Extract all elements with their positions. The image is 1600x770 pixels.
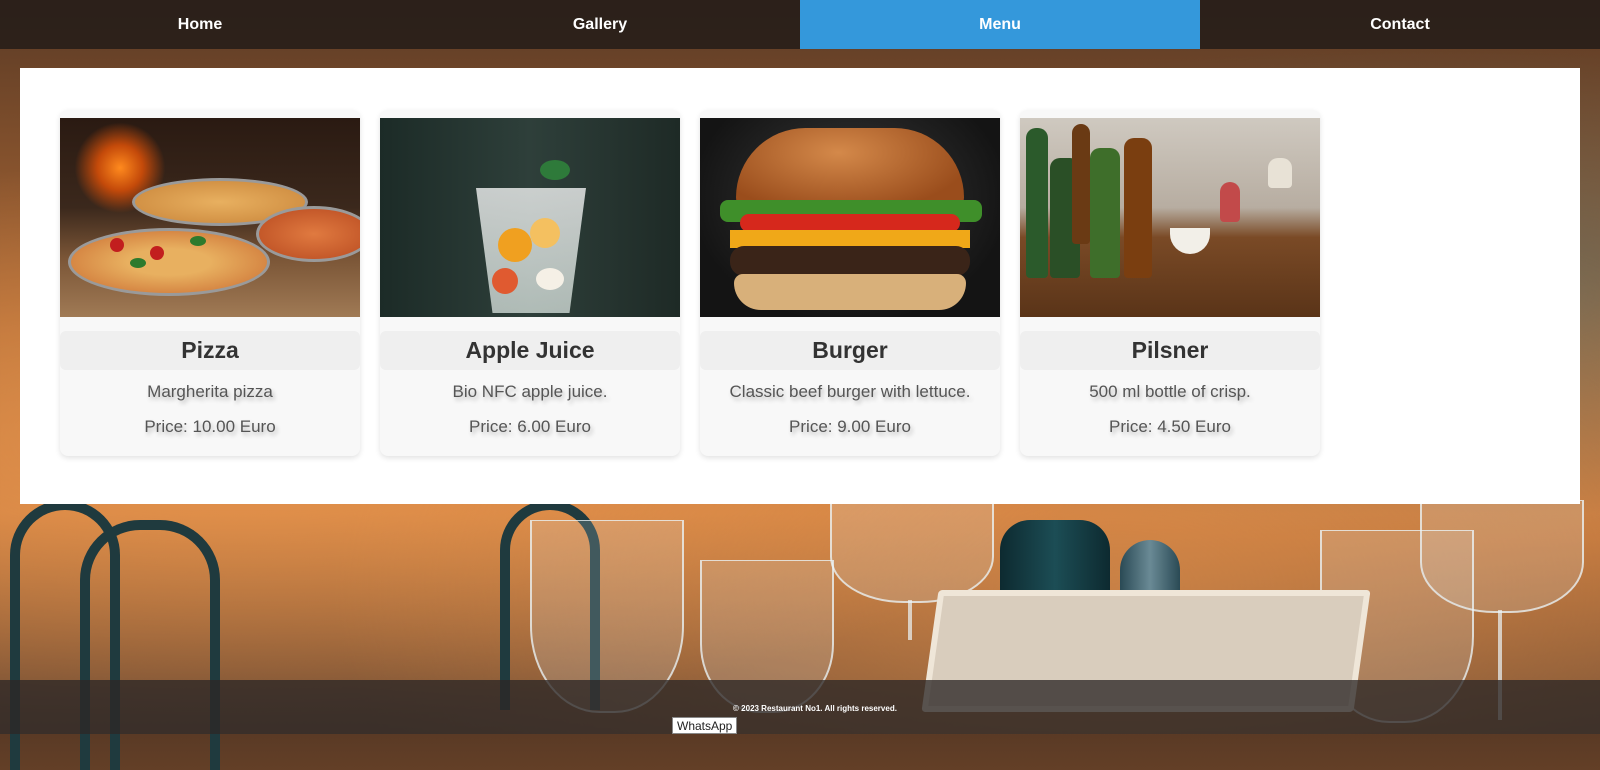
- card-title: Pilsner: [1020, 331, 1320, 370]
- menu-card-pilsner[interactable]: Pilsner 500 ml bottle of crisp. Price: 4…: [1020, 110, 1320, 456]
- nav-contact[interactable]: Contact: [1200, 0, 1600, 49]
- menu-panel: Pizza Margherita pizza Price: 10.00 Euro…: [20, 68, 1580, 504]
- card-description: Classic beef burger with lettuce.: [729, 382, 971, 401]
- burger-image: [700, 118, 1000, 317]
- menu-card-apple-juice[interactable]: Apple Juice Bio NFC apple juice. Price: …: [380, 110, 680, 456]
- card-title: Apple Juice: [380, 331, 680, 370]
- pizza-image: [60, 118, 360, 317]
- menu-card-burger[interactable]: Burger Classic beef burger with lettuce.…: [700, 110, 1000, 456]
- menu-cards: Pizza Margherita pizza Price: 10.00 Euro…: [60, 110, 1320, 456]
- beer-image: [1020, 118, 1320, 317]
- card-price: Price: 10.00 Euro: [144, 417, 276, 436]
- whatsapp-tooltip: WhatsApp: [672, 717, 738, 734]
- nav-gallery[interactable]: Gallery: [400, 0, 800, 49]
- nav-menu[interactable]: Menu: [800, 0, 1200, 49]
- card-price: Price: 9.00 Euro: [789, 417, 911, 436]
- card-title: Pizza: [60, 331, 360, 370]
- footer-copyright: © 2023 Restaurant No1. All rights reserv…: [733, 704, 897, 713]
- card-price: Price: 4.50 Euro: [1109, 417, 1231, 436]
- card-title: Burger: [700, 331, 1000, 370]
- footer: © 2023 Restaurant No1. All rights reserv…: [0, 680, 1600, 734]
- card-description: 500 ml bottle of crisp.: [1089, 382, 1251, 401]
- main-nav: Home Gallery Menu Contact: [0, 0, 1600, 49]
- juice-image: [380, 118, 680, 317]
- card-description: Bio NFC apple juice.: [452, 382, 608, 401]
- card-price: Price: 6.00 Euro: [469, 417, 591, 436]
- card-description: Margherita pizza: [147, 382, 273, 401]
- menu-card-pizza[interactable]: Pizza Margherita pizza Price: 10.00 Euro: [60, 110, 360, 456]
- nav-home[interactable]: Home: [0, 0, 400, 49]
